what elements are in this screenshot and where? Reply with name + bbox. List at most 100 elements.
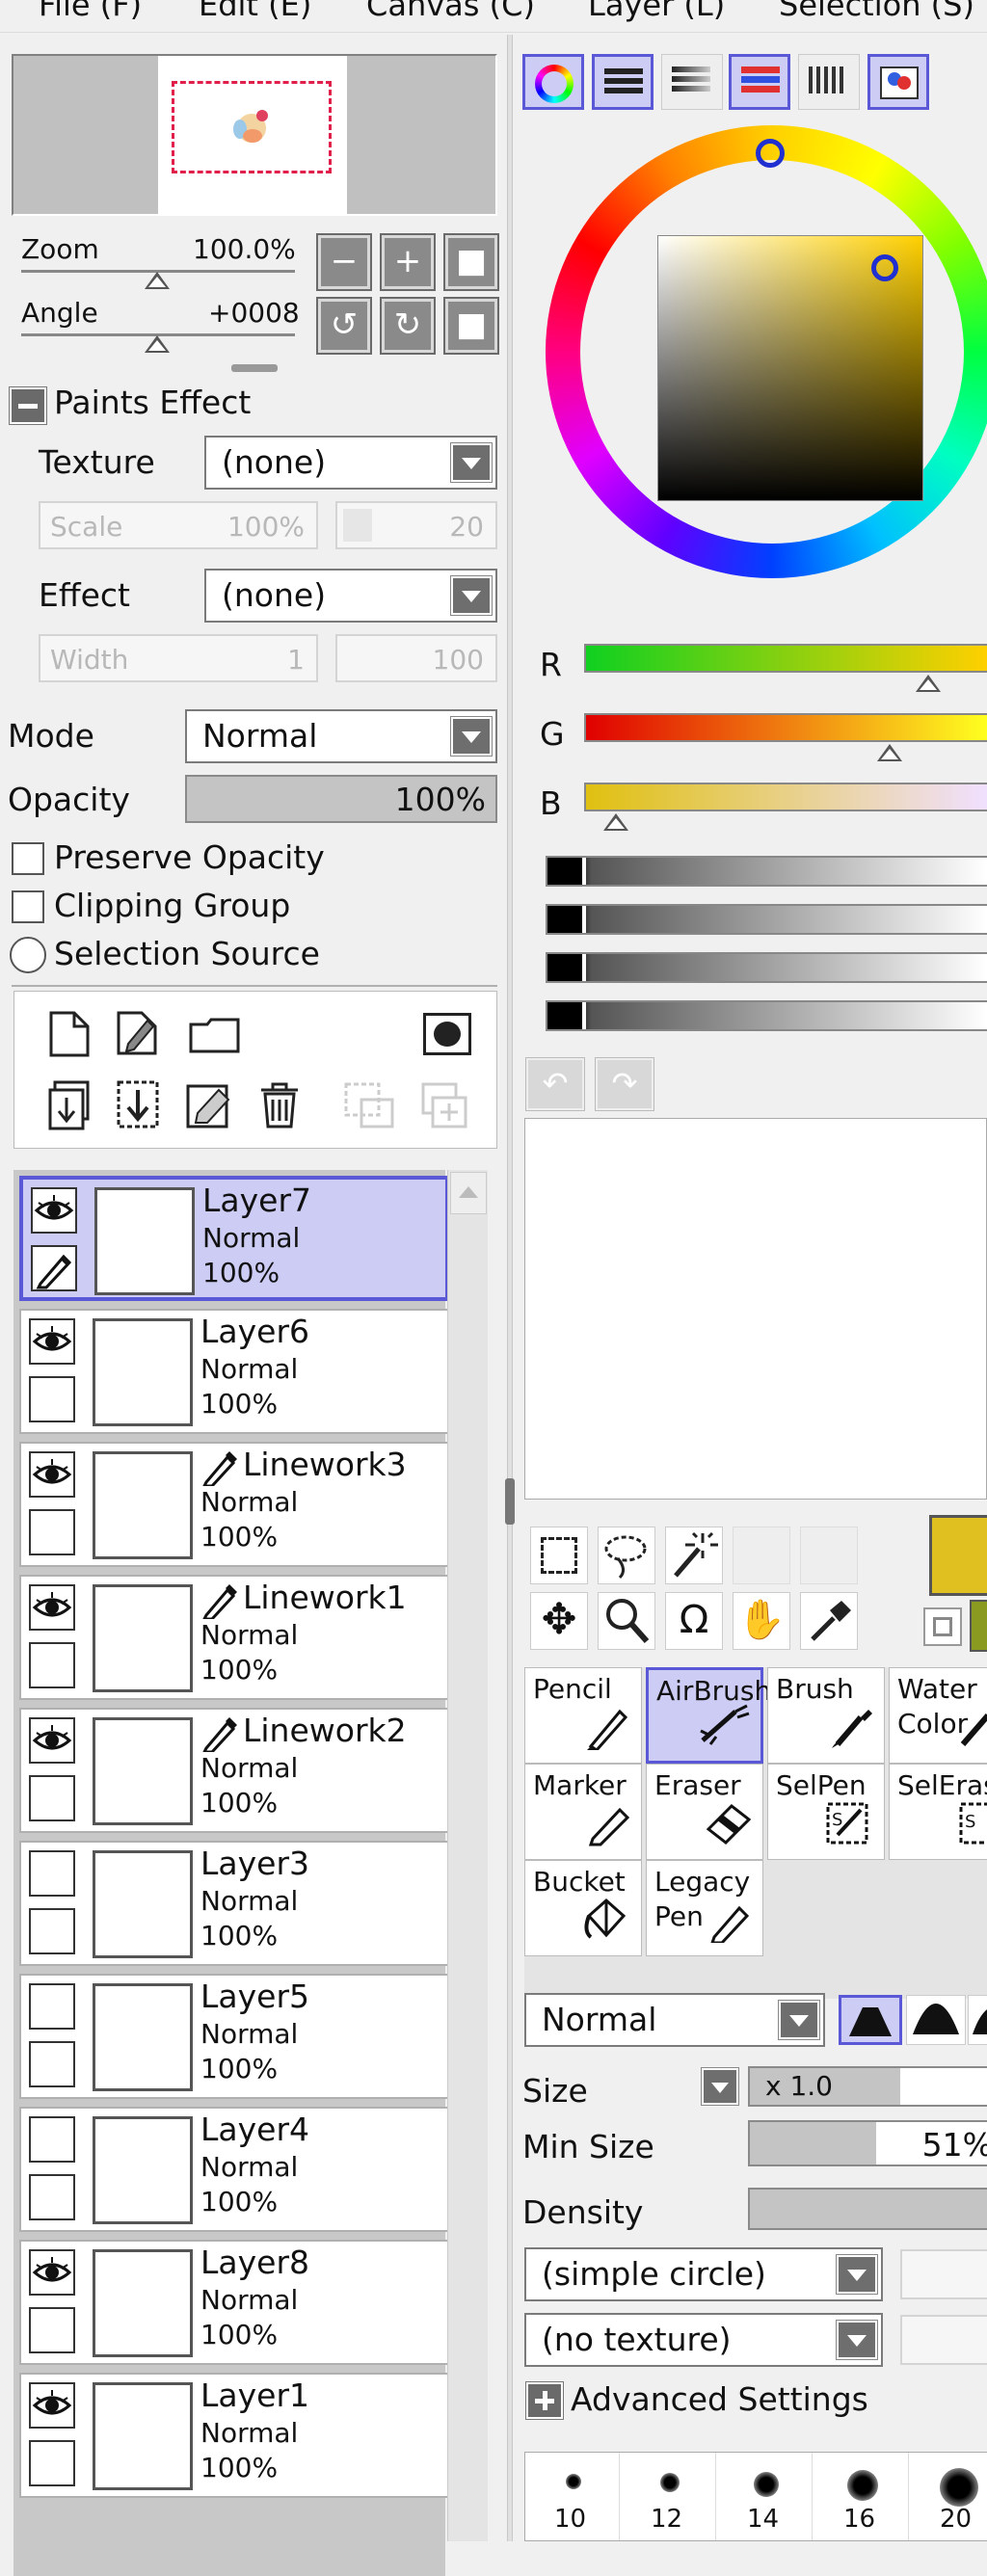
tool-marker[interactable]: Marker [524,1764,642,1860]
tool-selpen[interactable]: SelPen S [767,1764,885,1860]
edit-lock-toggle[interactable] [29,1509,75,1555]
color-mixer-tab[interactable] [729,54,790,110]
menu-selection[interactable]: Selection (S) [779,0,974,23]
menu-edit[interactable]: Edit (E) [199,0,311,23]
min-size-slider[interactable]: 51% [748,2120,987,2166]
undo-icon[interactable]: ↶ [525,1057,585,1111]
preserve-opacity-checkbox[interactable] [12,842,44,875]
expand-icon[interactable] [525,2381,564,2420]
layer-row[interactable]: Layer3 Normal 100% [19,1841,449,1966]
redo-icon[interactable]: ↷ [595,1057,654,1111]
tool-pencil[interactable]: Pencil [524,1667,642,1764]
menu-file[interactable]: File (F) [39,0,142,23]
panel-divider-handle[interactable] [505,1478,515,1525]
edit-lock-toggle[interactable] [29,2440,75,2486]
tool-airbrush[interactable]: AirBrush [646,1667,771,1764]
brush-shape-soft-icon[interactable] [968,1995,987,2045]
brush-texture-select[interactable]: (no texture) [524,2313,883,2367]
visibility-toggle[interactable] [29,1584,75,1631]
b-slider-thumb[interactable] [603,813,628,831]
r-slider-thumb[interactable] [916,675,941,692]
panel-splitter-handle[interactable] [231,364,278,372]
zoom-reset-button[interactable]: ■ [443,233,499,291]
size-value-field[interactable] [900,2068,987,2105]
opacity-slider[interactable]: 100% [185,775,497,823]
hand-icon[interactable]: ✋ [733,1592,790,1650]
visibility-toggle[interactable] [29,1983,75,2030]
layer-row[interactable]: Layer4 Normal 100% [19,2107,449,2232]
lasso-icon[interactable] [598,1527,655,1584]
swap-color-icon[interactable] [923,1607,962,1646]
g-slider-thumb[interactable] [877,744,902,761]
layer-row[interactable]: Layer6 Normal 100% [19,1309,449,1434]
zoom-in-button[interactable]: + [380,233,436,291]
magic-wand-icon[interactable] [665,1527,723,1584]
hsv-sliders-tab[interactable] [661,54,723,110]
layer-row[interactable]: Layer5 Normal 100% [19,1974,449,2099]
layer-list-scrollbar[interactable] [447,1170,488,2541]
layer-row[interactable]: Layer8 Normal 100% [19,2240,449,2365]
g-slider[interactable] [584,713,987,742]
menu-layer[interactable]: Layer (L) [588,0,725,23]
brush-size-preset[interactable]: 10 [525,2453,620,2540]
edit-lock-toggle[interactable] [29,1642,75,1688]
edit-lock-toggle[interactable] [29,1908,75,1954]
gray-bar-2[interactable] [546,904,987,935]
angle-slider-thumb[interactable] [145,335,170,353]
edit-lock-toggle[interactable] [31,1245,77,1291]
visibility-toggle[interactable] [29,1717,75,1764]
new-folder-icon[interactable] [188,1017,242,1055]
size-dropdown-button[interactable] [701,2067,739,2106]
brush-shape-select[interactable]: (simple circle) [524,2247,883,2301]
layer-row[interactable]: Layer1 Normal 100% [19,2373,449,2498]
r-slider[interactable] [584,644,987,673]
gray-bar-1[interactable] [546,856,987,887]
rgb-sliders-tab[interactable] [592,54,654,110]
rotate-cw-button[interactable]: ↻ [380,297,436,355]
layer-row[interactable]: Linework1 Normal 100% [19,1575,449,1700]
clipping-group-checkbox[interactable] [12,890,44,923]
tool-bucket[interactable]: Bucket [524,1860,642,1956]
visibility-toggle[interactable] [29,1850,75,1897]
scratchpad-area[interactable] [524,1118,987,1500]
visibility-toggle[interactable] [29,2116,75,2163]
visibility-toggle[interactable] [29,1318,75,1365]
new-layer-icon[interactable] [47,1011,92,1057]
advanced-settings-label[interactable]: Advanced Settings [571,2380,868,2418]
scroll-up-button[interactable] [450,1172,487,1214]
secondary-color-swatch[interactable] [970,1600,987,1652]
edit-lock-toggle[interactable] [29,1775,75,1821]
merge-down-icon[interactable] [115,1080,163,1130]
new-linework-layer-icon[interactable] [115,1009,163,1057]
edit-lock-toggle[interactable] [29,2041,75,2087]
tool-seleraser[interactable]: SelEras S [889,1764,987,1860]
effect-select[interactable]: (none) [204,569,497,623]
edit-lock-toggle[interactable] [29,2174,75,2220]
clear-layer-icon[interactable] [184,1080,234,1130]
gray-bar-4[interactable] [546,1000,987,1031]
blend-mode-select[interactable]: Normal [185,709,497,763]
density-slider[interactable] [748,2188,987,2230]
layer-row[interactable]: Linework3 Normal 100% [19,1442,449,1567]
selection-source-radio[interactable] [10,937,46,973]
edit-lock-toggle[interactable] [29,2307,75,2353]
tool-brush[interactable]: Brush [767,1667,885,1764]
scratchpad-tab[interactable] [867,54,929,110]
swatches-tab[interactable] [798,54,860,110]
brush-size-preset[interactable]: 14 [718,2453,813,2540]
zoom-slider-thumb[interactable] [145,272,170,289]
visibility-toggle[interactable] [29,1451,75,1498]
rotate-tool-icon[interactable]: Ω [665,1592,723,1650]
visibility-toggle[interactable] [31,1187,77,1234]
copy-layer-icon[interactable] [47,1080,92,1130]
brush-shape-hard-icon[interactable] [839,1995,902,2045]
layer-row[interactable]: Layer7 Normal 100% [19,1176,449,1301]
brush-size-preset[interactable]: 20 [911,2453,987,2540]
tool-legacy-pen[interactable]: Legacy Pen [646,1860,763,1956]
color-wheel-tab[interactable] [522,54,584,110]
visibility-toggle[interactable] [29,2249,75,2296]
delete-layer-icon[interactable] [257,1080,302,1130]
collapse-icon[interactable] [9,386,47,425]
tool-eraser[interactable]: Eraser [646,1764,763,1860]
zoom-out-button[interactable]: − [316,233,372,291]
